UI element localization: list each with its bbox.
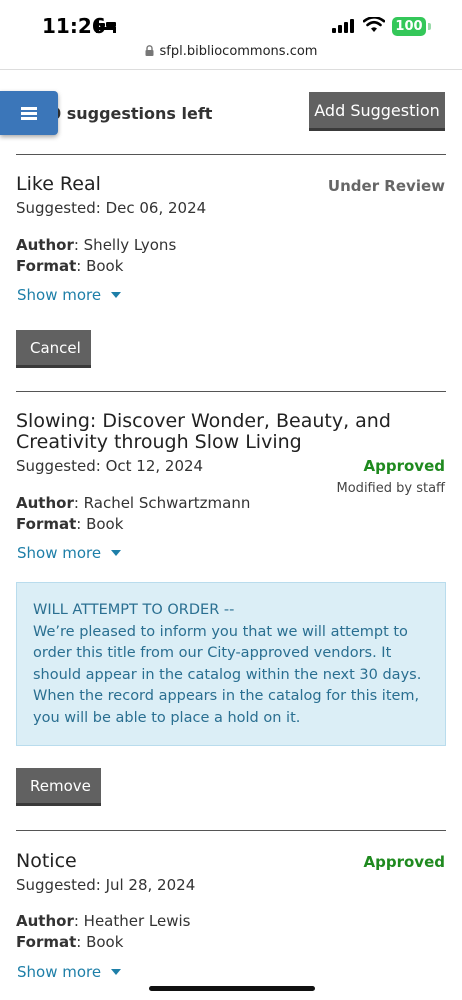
status-bar: 11:26 100 (0, 0, 462, 44)
remove-button[interactable]: Remove (16, 768, 101, 806)
show-more-label: Show more (17, 963, 102, 981)
format-label: Format (16, 933, 77, 951)
format-label: Format (16, 515, 77, 533)
author-line: Author: Rachel Schwartzmann (16, 494, 250, 512)
suggested-date: Suggested: Oct 12, 2024 (16, 457, 204, 475)
format-value: : Book (76, 515, 124, 533)
show-more-link[interactable]: Show more (17, 286, 122, 304)
hamburger-icon (21, 105, 37, 122)
url-divider (0, 69, 462, 70)
status-badge: Under Review (327, 177, 445, 195)
author-value: : Heather Lewis (73, 912, 191, 930)
format-value: : Book (76, 933, 124, 951)
notice-heading: WILL ATTEMPT TO ORDER -- (33, 602, 235, 618)
notice-body: We’re pleased to inform you that we will… (33, 623, 422, 726)
url-text: sfpl.bibliocommons.com (159, 44, 318, 59)
bed-icon (96, 20, 116, 33)
caret-down-icon (111, 550, 122, 556)
suggestions-left-count: 0 suggestions left (50, 104, 213, 123)
suggestion-title: Like Real (16, 173, 101, 195)
show-more-label: Show more (17, 286, 102, 304)
format-line: Format: Book (16, 257, 123, 275)
author-value: : Rachel Schwartzmann (73, 494, 251, 512)
suggested-date: Suggested: Jul 28, 2024 (16, 876, 196, 894)
add-suggestion-button[interactable]: Add Suggestion (309, 92, 445, 131)
format-value: : Book (76, 257, 124, 275)
author-line: Author: Heather Lewis (16, 912, 191, 930)
caret-down-icon (111, 969, 122, 975)
menu-button[interactable] (0, 91, 58, 135)
modified-note: Modified by staff (336, 481, 445, 496)
order-notice: WILL ATTEMPT TO ORDER -- We’re pleased t… (16, 582, 446, 746)
author-label: Author (16, 236, 74, 254)
show-more-link[interactable]: Show more (17, 544, 122, 562)
caret-down-icon (111, 292, 122, 298)
format-label: Format (16, 257, 77, 275)
author-value: : Shelly Lyons (73, 236, 177, 254)
battery-indicator: 100 (392, 17, 426, 36)
author-line: Author: Shelly Lyons (16, 236, 176, 254)
cancel-button[interactable]: Cancel (16, 330, 91, 368)
wifi-icon (363, 17, 385, 32)
show-more-label: Show more (17, 544, 102, 562)
divider (16, 830, 446, 831)
lock-icon (145, 45, 154, 56)
status-badge: Approved (363, 853, 445, 871)
divider (16, 391, 446, 392)
status-badge: Approved (363, 457, 445, 475)
show-more-link[interactable]: Show more (17, 963, 122, 981)
suggestion-title: Slowing: Discover Wonder, Beauty, and Cr… (16, 410, 391, 453)
suggestion-title: Notice (16, 850, 77, 872)
signal-icon (332, 19, 354, 33)
suggested-date: Suggested: Dec 06, 2024 (16, 199, 207, 217)
format-line: Format: Book (16, 933, 123, 951)
home-indicator[interactable] (149, 986, 315, 991)
url-bar[interactable]: sfpl.bibliocommons.com (0, 44, 462, 70)
battery-tip (428, 23, 431, 30)
format-line: Format: Book (16, 515, 123, 533)
author-label: Author (16, 912, 74, 930)
author-label: Author (16, 494, 74, 512)
divider (16, 154, 446, 155)
